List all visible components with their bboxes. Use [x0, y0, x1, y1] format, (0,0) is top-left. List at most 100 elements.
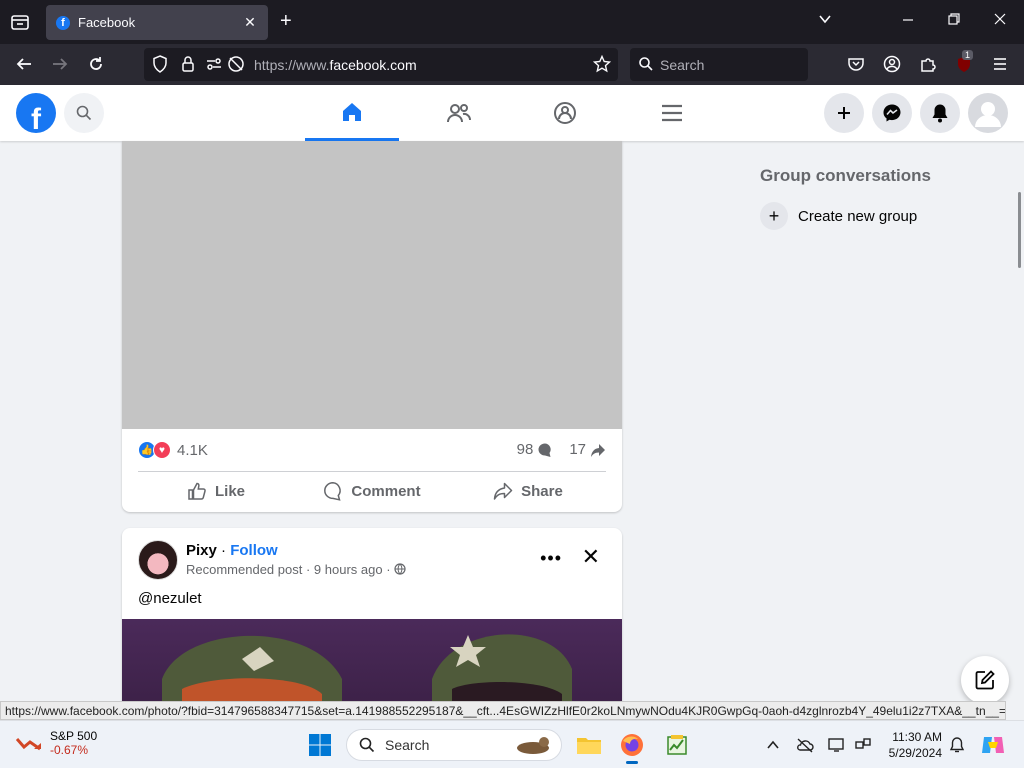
engagement-counts: 98 17 — [517, 441, 606, 458]
messenger-button[interactable] — [872, 93, 912, 133]
friends-icon — [447, 104, 472, 123]
bell-icon — [932, 104, 948, 123]
permissions-icon[interactable] — [204, 54, 224, 74]
menu-lines-icon — [662, 104, 682, 122]
ublock-origin-icon[interactable]: 1 — [954, 50, 974, 74]
love-reaction-icon: ♥ — [153, 441, 171, 459]
stock-widget[interactable]: S&P 500 -0.67% — [16, 729, 97, 757]
stock-change: -0.67% — [50, 743, 89, 757]
author-avatar[interactable] — [138, 540, 178, 580]
messenger-icon — [883, 104, 901, 122]
reload-icon[interactable] — [86, 54, 106, 74]
search-icon — [359, 737, 375, 753]
tab-groups[interactable] — [518, 85, 612, 141]
url-domain: facebook.com — [329, 57, 417, 73]
close-window-icon[interactable] — [994, 12, 1006, 30]
share-count[interactable]: 17 — [569, 441, 586, 458]
extension-badge: 1 — [962, 50, 974, 60]
autoplay-blocked-icon[interactable] — [226, 54, 246, 74]
new-tab-icon[interactable]: + — [280, 11, 292, 31]
hide-post-close-icon[interactable]: ✕ — [582, 544, 600, 570]
display-icon[interactable] — [828, 736, 846, 754]
file-explorer-icon[interactable] — [576, 733, 601, 757]
post-image[interactable] — [122, 141, 622, 429]
forward-icon[interactable] — [50, 54, 70, 74]
post-actions: Like Comment Share — [138, 475, 606, 507]
create-group-label: Create new group — [798, 207, 918, 225]
lock-icon[interactable] — [178, 54, 198, 74]
facebook-search-button[interactable] — [64, 93, 104, 133]
search-highlight-otter-icon — [517, 737, 549, 754]
group-conversations-heading: Group conversations — [760, 166, 931, 185]
link-status-bar: https://www.facebook.com/photo/?fbid=314… — [0, 701, 1006, 720]
network-icon[interactable] — [854, 736, 872, 754]
task-manager-app-icon[interactable] — [665, 733, 689, 757]
browser-tab-bar: f Facebook ✕ + — [0, 0, 1024, 44]
comment-button[interactable]: Comment — [294, 475, 450, 507]
facebook-header: f — [0, 85, 1024, 141]
thumbs-up-icon — [188, 482, 206, 500]
create-plus-button[interactable] — [824, 93, 864, 133]
facebook-favicon-icon: f — [56, 15, 70, 30]
follow-link[interactable]: Follow — [230, 542, 278, 559]
browser-search-field[interactable]: Search — [630, 48, 808, 81]
notifications-button[interactable] — [920, 93, 960, 133]
account-icon[interactable] — [882, 54, 902, 74]
system-clock[interactable]: 11:30 AM 5/29/2024 — [884, 729, 942, 761]
onedrive-offline-icon[interactable] — [796, 736, 814, 754]
windows-start-icon[interactable] — [308, 733, 332, 757]
globe-icon — [394, 563, 406, 575]
comment-icon — [324, 482, 342, 501]
clock-date: 5/29/2024 — [888, 746, 942, 760]
copilot-icon[interactable] — [980, 733, 1004, 757]
post-image[interactable] — [122, 619, 622, 708]
firefox-icon[interactable] — [620, 733, 644, 764]
comment-count[interactable]: 98 — [517, 441, 534, 458]
author-separator: · — [216, 542, 231, 559]
post-meta: Recommended post · 9 hours ago · — [186, 562, 406, 577]
tab-title: Facebook — [78, 15, 136, 30]
more-options-icon[interactable]: ••• — [540, 548, 562, 569]
feed-post: Pixy · Follow Recommended post · 9 hours… — [122, 528, 622, 708]
post-timestamp[interactable]: 9 hours ago — [314, 562, 383, 577]
post-caption: @nezulet — [138, 590, 202, 607]
share-icon — [493, 482, 513, 500]
hamburger-menu-icon[interactable] — [990, 54, 1010, 74]
back-icon[interactable] — [14, 54, 34, 74]
tab-close-icon[interactable]: ✕ — [242, 14, 258, 31]
extensions-puzzle-icon[interactable] — [918, 54, 938, 74]
share-button[interactable]: Share — [450, 475, 606, 507]
plus-icon: + — [760, 202, 788, 230]
tab-list-icon[interactable] — [8, 10, 32, 34]
facebook-logo-icon[interactable]: f — [16, 93, 56, 133]
pocket-icon[interactable] — [846, 54, 866, 74]
url-text[interactable]: https://www.facebook.com — [254, 57, 417, 73]
page-scrollbar[interactable] — [1018, 192, 1021, 268]
bookmark-star-icon[interactable] — [592, 54, 612, 74]
search-icon — [636, 54, 656, 74]
windows-taskbar: S&P 500 -0.67% Search 11:30 AM 5/29/2024 — [0, 720, 1024, 768]
tab-friends[interactable] — [412, 85, 506, 141]
taskbar-search-box[interactable]: Search — [346, 729, 562, 761]
share-arrow-icon — [591, 443, 605, 457]
address-bar[interactable]: https://www.facebook.com — [144, 48, 618, 81]
tab-facebook[interactable]: f Facebook ✕ — [46, 5, 268, 40]
reaction-summary[interactable]: 👍 ♥ 4.1K — [138, 441, 208, 459]
show-hidden-icons-chevron-icon[interactable] — [764, 736, 782, 754]
restore-icon[interactable] — [948, 12, 960, 30]
list-all-tabs-chevron-icon[interactable] — [818, 12, 832, 30]
browser-search-placeholder: Search — [660, 57, 705, 73]
tracking-protection-shield-icon[interactable] — [150, 54, 170, 74]
minimize-icon[interactable] — [902, 12, 914, 30]
tab-menu[interactable] — [625, 85, 719, 141]
active-app-indicator — [626, 761, 638, 764]
profile-avatar[interactable] — [968, 93, 1008, 133]
create-new-group-button[interactable]: + Create new group — [760, 202, 917, 230]
author-name[interactable]: Pixy — [186, 542, 217, 559]
default-avatar-icon — [975, 102, 1001, 127]
tab-home[interactable] — [305, 85, 399, 141]
like-button[interactable]: Like — [138, 475, 294, 507]
taskbar-search-label: Search — [385, 737, 430, 753]
new-message-button[interactable] — [961, 656, 1009, 704]
notification-bell-icon[interactable] — [948, 736, 966, 754]
